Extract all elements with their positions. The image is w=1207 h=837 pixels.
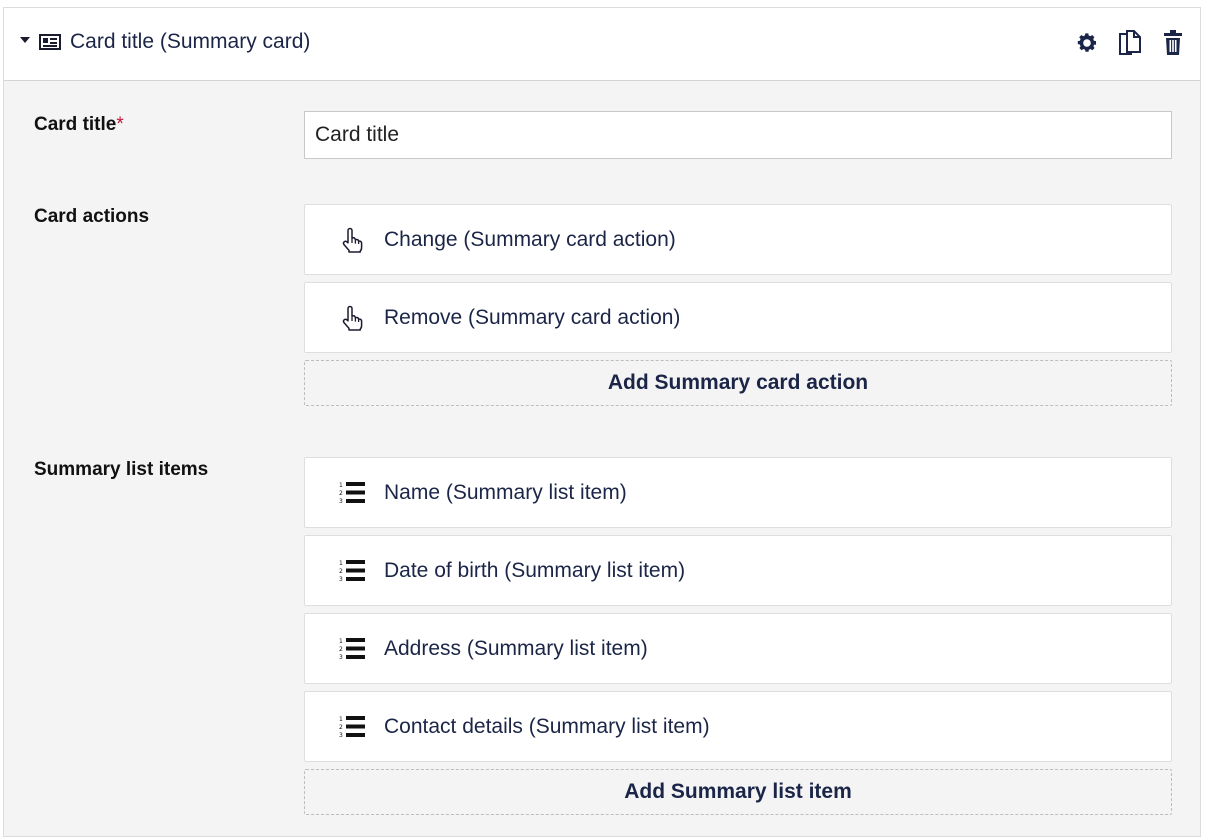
svg-text:3: 3 bbox=[339, 498, 343, 505]
summary-list-item-date-of-birth[interactable]: 1 2 3 Date of birth (Summary list item) bbox=[304, 535, 1172, 606]
svg-text:3: 3 bbox=[339, 576, 343, 583]
svg-text:1: 1 bbox=[339, 638, 343, 645]
svg-text:1: 1 bbox=[339, 482, 343, 489]
card-action-item-change[interactable]: Change (Summary card action) bbox=[304, 204, 1172, 275]
gear-icon[interactable] bbox=[1074, 29, 1100, 57]
svg-text:2: 2 bbox=[339, 646, 343, 653]
list-item-label: Contact details (Summary list item) bbox=[384, 715, 710, 738]
add-summary-list-item-button[interactable]: Add Summary list item bbox=[304, 769, 1172, 815]
list-item-label: Remove (Summary card action) bbox=[384, 306, 681, 329]
svg-text:2: 2 bbox=[339, 568, 343, 575]
svg-text:3: 3 bbox=[339, 654, 343, 661]
list-item-label: Change (Summary card action) bbox=[384, 228, 676, 251]
list-item-label: Address (Summary list item) bbox=[384, 637, 648, 660]
required-mark: * bbox=[116, 114, 124, 135]
panel-title: Card title (Summary card) bbox=[70, 30, 311, 53]
card-action-item-remove[interactable]: Remove (Summary card action) bbox=[304, 282, 1172, 353]
pointer-hand-icon bbox=[338, 226, 366, 254]
summary-list-items-label: Summary list items bbox=[34, 459, 209, 480]
add-summary-card-action-button[interactable]: Add Summary card action bbox=[304, 360, 1172, 406]
summary-list-items-list: 1 2 3 Name (Summary list item) 1 2 3 Dat… bbox=[304, 457, 1172, 815]
card-title-label-text: Card title bbox=[34, 114, 117, 135]
list-item-label: Date of birth (Summary list item) bbox=[384, 559, 686, 582]
svg-text:1: 1 bbox=[339, 560, 343, 567]
svg-text:2: 2 bbox=[339, 490, 343, 497]
header-tools bbox=[1074, 29, 1186, 57]
numbered-list-icon: 1 2 3 bbox=[338, 557, 366, 585]
summary-list-item-address[interactable]: 1 2 3 Address (Summary list item) bbox=[304, 613, 1172, 684]
card-title-label: Card title* bbox=[34, 114, 124, 136]
list-item-label: Name (Summary list item) bbox=[384, 481, 627, 504]
numbered-list-icon: 1 2 3 bbox=[338, 635, 366, 663]
caret-down-icon[interactable] bbox=[20, 37, 30, 43]
id-card-icon bbox=[39, 34, 61, 55]
copy-icon[interactable] bbox=[1117, 29, 1143, 57]
summary-card-panel: Card title (Summary card) Card title* Ca… bbox=[3, 7, 1201, 837]
numbered-list-icon: 1 2 3 bbox=[338, 479, 366, 507]
panel-header[interactable]: Card title (Summary card) bbox=[4, 8, 1200, 81]
svg-text:1: 1 bbox=[339, 716, 343, 723]
summary-list-item-name[interactable]: 1 2 3 Name (Summary list item) bbox=[304, 457, 1172, 528]
numbered-list-icon: 1 2 3 bbox=[338, 713, 366, 741]
card-actions-label: Card actions bbox=[34, 206, 150, 227]
svg-text:2: 2 bbox=[339, 724, 343, 731]
trash-icon[interactable] bbox=[1160, 29, 1186, 57]
card-actions-list: Change (Summary card action) Remove (Sum… bbox=[304, 204, 1172, 406]
svg-text:3: 3 bbox=[339, 732, 343, 739]
pointer-hand-icon bbox=[338, 304, 366, 332]
summary-list-item-contact-details[interactable]: 1 2 3 Contact details (Summary list item… bbox=[304, 691, 1172, 762]
card-title-input[interactable] bbox=[304, 111, 1172, 159]
